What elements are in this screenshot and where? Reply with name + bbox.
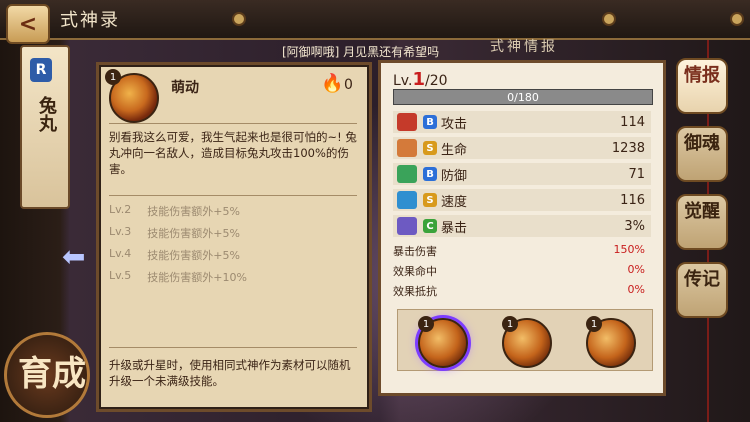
substat-label: 效果抵抗 (393, 285, 437, 298)
stats-panel: Lv.1/20 0/180 B 攻击 114 S 生命 1238 B 防御 71… (378, 60, 666, 396)
hp-icon (397, 139, 417, 157)
skill-slot-badge: 1 (586, 316, 602, 332)
tab-biography[interactable]: 传记 (676, 262, 728, 318)
divider (109, 347, 357, 348)
skill-slot-3[interactable]: 1 (586, 316, 636, 368)
skill-slot-badge: 1 (502, 316, 518, 332)
grade-badge: S (423, 141, 437, 155)
upgrade-row: Lv.3 技能伤害额外+5% (109, 225, 240, 240)
upgrade-list: Lv.2 技能伤害额外+5% Lv.3 技能伤害额外+5% Lv.4 技能伤害额外+5… (109, 203, 359, 291)
marquee-text: [阿御啊哦] 月见黑还有希望吗 (282, 44, 440, 59)
stat-label: 防御 (441, 168, 468, 184)
back-icon: < (18, 11, 38, 37)
stat-row-hp: S 生命 1238 (393, 137, 651, 159)
stat-label: 暴击 (441, 220, 468, 236)
decor-stud (730, 12, 744, 26)
stat-label: 攻击 (441, 116, 468, 132)
stat-value: 3% (624, 218, 645, 234)
attack-icon (397, 113, 417, 131)
decor-stud (602, 12, 616, 26)
skill-slot-1[interactable]: 1 (418, 316, 468, 368)
top-bar: < 式神录 (0, 0, 750, 44)
back-button[interactable]: < (6, 4, 50, 44)
stat-value: 71 (628, 166, 645, 182)
level-current: 1 (412, 69, 425, 90)
level-max: /20 (424, 73, 448, 89)
upgrade-row: Lv.5 技能伤害额外+10% (109, 269, 247, 284)
substat-row: 效果命中 0% (393, 263, 651, 281)
skill-name: 萌动 (171, 80, 199, 96)
substat-label: 效果命中 (393, 265, 437, 278)
substat-row: 效果抵抗 0% (393, 283, 651, 301)
defense-icon (397, 165, 417, 183)
stat-row-defense: B 防御 71 (393, 163, 651, 185)
substat-label: 暴击伤害 (393, 245, 437, 258)
upgrade-row: Lv.2 技能伤害额外+5% (109, 203, 240, 218)
decor-stud (232, 12, 246, 26)
substat-value: 0% (627, 263, 645, 276)
substat-value: 150% (613, 243, 645, 256)
stat-value: 114 (620, 114, 645, 130)
stat-row-crit: C 暴击 3% (393, 215, 651, 237)
stat-label: 速度 (441, 194, 468, 210)
level-prefix: Lv. (393, 73, 413, 89)
stat-label: 生命 (441, 142, 468, 158)
divider (109, 123, 357, 124)
growth-label: 育成 (18, 354, 86, 394)
onibi-icon: 🔥 (321, 73, 344, 94)
crit-icon (397, 217, 417, 235)
skill-slot-2[interactable]: 1 (502, 316, 552, 368)
level-display: Lv.1/20 (393, 69, 448, 90)
tab-info[interactable]: 情报 (676, 58, 728, 114)
stat-row-speed: S 速度 116 (393, 189, 651, 211)
speed-icon (397, 191, 417, 209)
skill-cost: 0 (344, 77, 353, 93)
skill-slot-badge: 1 (418, 316, 434, 332)
tab-awaken[interactable]: 觉醒 (676, 194, 728, 250)
substat-row: 暴击伤害 150% (393, 243, 651, 261)
skill-slots: 1 1 1 (397, 309, 653, 371)
skill-footer-note: 升级或升星时，使用相同式神作为素材可以随机升级一个未满级技能。 (109, 358, 351, 388)
exp-bar: 0/180 (393, 89, 653, 105)
substat-value: 0% (627, 283, 645, 296)
skill-level-badge: 1 (105, 69, 121, 85)
grade-badge: S (423, 193, 437, 207)
grade-badge: C (423, 219, 437, 233)
page-title: 式神录 (60, 10, 120, 31)
skill-panel: 1 萌动 🔥 0 别看我这么可爱，我生气起来也是很可怕的~! 兔丸冲向一名敌人，… (96, 62, 372, 412)
divider (109, 195, 357, 196)
grade-badge: B (423, 115, 437, 129)
stat-value: 116 (620, 192, 645, 208)
info-header: 式神情报 (490, 39, 558, 55)
upgrade-row: Lv.4 技能伤害额外+5% (109, 247, 240, 262)
stat-row-attack: B 攻击 114 (393, 111, 651, 133)
stat-value: 1238 (611, 140, 645, 156)
rarity-badge: R (30, 58, 52, 82)
grade-badge: B (423, 167, 437, 181)
growth-button[interactable]: 育成 (0, 318, 90, 422)
tab-mitama[interactable]: 御魂 (676, 126, 728, 182)
exp-text: 0/180 (507, 90, 539, 104)
previous-arrow-icon[interactable]: ⬅ (62, 240, 85, 273)
shikigami-name: 兔丸 (36, 96, 57, 132)
skill-description: 别看我这么可爱，我生气起来也是很可怕的~! 兔丸冲向一名敌人，造成目标兔丸攻击1… (109, 130, 357, 176)
